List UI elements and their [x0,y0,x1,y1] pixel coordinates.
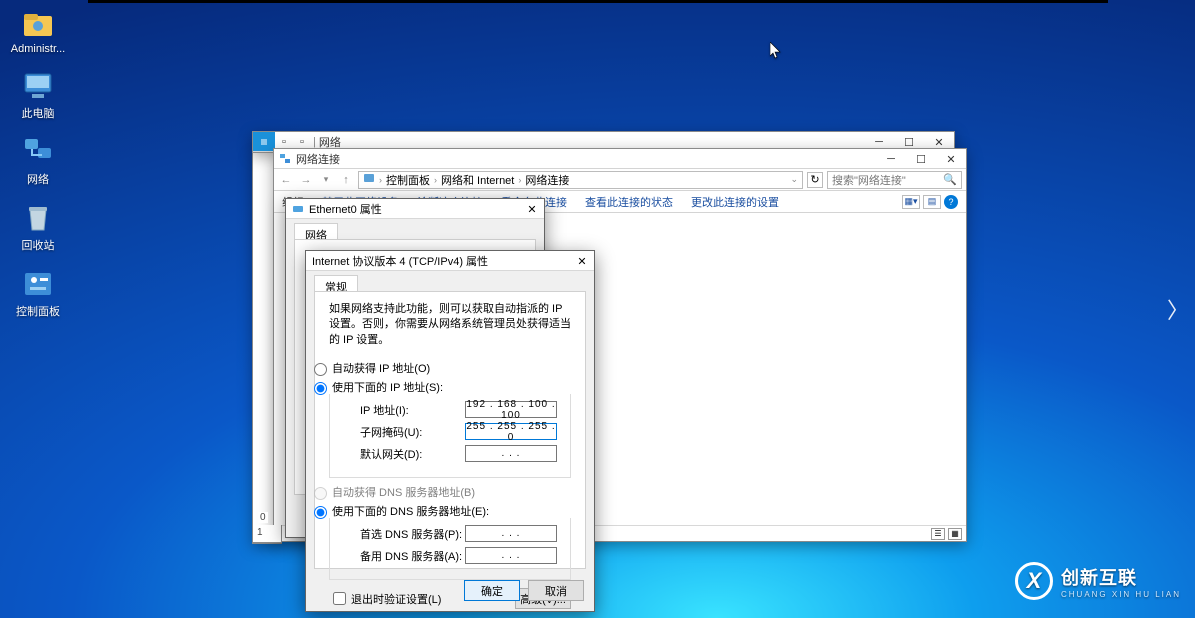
maximize-button[interactable]: ☐ [906,149,936,169]
computer-icon [22,70,54,102]
cmd-change[interactable]: 更改此连接的设置 [691,194,779,210]
watermark-sub: CHUANG XIN HU LIAN [1061,590,1181,599]
alternate-dns-input[interactable]: . . . [465,547,557,564]
radio-use-dns[interactable]: 使用下面的 DNS 服务器地址(E): [309,503,571,519]
close-button[interactable]: ✕ [520,199,544,219]
view-large-icon[interactable]: ▦ [948,528,962,540]
radio-use-ip[interactable]: 使用下面的 IP 地址(S): [309,379,571,395]
search-input[interactable]: 搜索"网络连接" 🔍 [827,171,962,189]
breadcrumb[interactable]: 网络连接 [525,172,569,188]
network-connections-icon [278,152,292,166]
close-button[interactable]: ✕ [570,251,594,271]
tab-panel: 如果网络支持此功能，则可以获取自动指派的 IP 设置。否则，你需要从网络系统管理… [314,291,586,569]
explorer1-statusbar: 1 [252,525,282,543]
minimize-button[interactable]: ─ [876,149,906,169]
watermark-brand: 创新互联 [1061,564,1181,590]
radio-auto-ip[interactable]: 自动获得 IP 地址(O) [309,360,571,376]
explorer1-status-count: 0 [258,512,268,523]
search-placeholder: 搜索"网络连接" [832,172,906,188]
up-button[interactable]: ↑ [338,172,354,188]
refresh-button[interactable]: ↻ [807,172,823,188]
desktop-icon-recycle-bin[interactable]: 回收站 [3,202,73,253]
desktop-icon-control-panel[interactable]: 控制面板 [3,268,73,319]
subnet-mask-input[interactable]: 255 . 255 . 255 . 0 [465,423,557,440]
desktop-icon-network[interactable]: 网络 [3,136,73,187]
subnet-mask-label: 子网掩码(U): [360,424,465,440]
recycle-bin-icon [22,202,54,234]
preferred-dns-label: 首选 DNS 服务器(P): [360,526,465,542]
crumb-icon [363,172,375,187]
user-folder-icon [22,8,54,40]
dialog-title: Internet 协议版本 4 (TCP/IPv4) 属性 [312,253,488,269]
breadcrumb[interactable]: 控制面板 [386,172,430,188]
alternate-dns-label: 备用 DNS 服务器(A): [360,548,465,564]
control-panel-icon [22,268,54,300]
network-small-icon: ▫ [277,135,291,149]
ipv4-properties-dialog[interactable]: Internet 协议版本 4 (TCP/IPv4) 属性 ✕ 常规 如果网络支… [305,250,595,612]
network-icon [22,136,54,168]
network-small-icon: ▫ [295,135,309,149]
ok-button[interactable]: 确定 [464,580,520,601]
forward-button[interactable]: → [298,172,314,188]
window-title: 网络连接 [296,151,340,167]
recent-button[interactable]: ▾ [318,172,334,188]
ip-address-label: IP 地址(I): [360,402,465,418]
adapter-icon [292,203,304,215]
breadcrumb[interactable]: 网络和 Internet [441,172,514,188]
gateway-input[interactable]: . . . [465,445,557,462]
help-button[interactable]: ? [944,195,958,209]
description-text: 如果网络支持此功能，则可以获取自动指派的 IP 设置。否则，你需要从网络系统管理… [329,302,571,348]
back-button[interactable]: ← [278,172,294,188]
view-button[interactable]: ▦▾ [902,195,920,209]
address-bar[interactable]: › 控制面板 › 网络和 Internet › 网络连接 ⌄ [358,171,803,189]
ip-address-input[interactable]: 192 . 168 . 100 . 100 [465,401,557,418]
preview-button[interactable]: ▤ [923,195,941,209]
watermark: X 创新互联 CHUANG XIN HU LIAN [1015,562,1181,600]
preferred-dns-input[interactable]: . . . [465,525,557,542]
desktop-icon-administrator[interactable]: Administr... [3,8,73,55]
file-tab-icon [253,132,275,151]
validate-checkbox[interactable]: 退出时验证设置(L) [329,589,441,608]
watermark-logo: X [1015,562,1053,600]
gateway-label: 默认网关(D): [360,446,465,462]
mouse-cursor [770,42,782,60]
search-icon: 🔍 [943,173,957,186]
next-arrow[interactable]: 〉 [1167,293,1189,325]
radio-auto-dns: 自动获得 DNS 服务器地址(B) [309,484,571,500]
cmd-status[interactable]: 查看此连接的状态 [585,194,673,210]
dialog-title: Ethernet0 属性 [309,201,382,217]
desktop-icon-this-pc[interactable]: 此电脑 [3,70,73,121]
view-details-icon[interactable]: ☰ [931,528,945,540]
close-button[interactable]: ✕ [936,149,966,169]
cancel-button[interactable]: 取消 [528,580,584,601]
